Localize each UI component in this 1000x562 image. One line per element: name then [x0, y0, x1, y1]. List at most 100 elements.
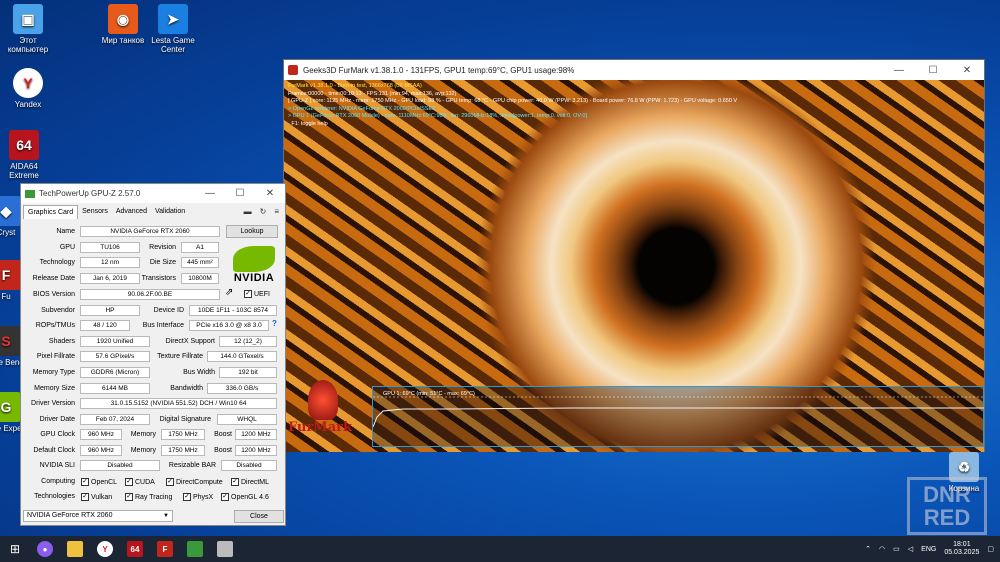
- desktop-icon-label: Lesta Game Center: [151, 36, 195, 54]
- desktop-icon-lesta[interactable]: ➤ Lesta Game Center: [145, 4, 201, 54]
- tab-validation[interactable]: Validation: [151, 205, 189, 218]
- checkbox-label: OpenCL: [91, 478, 118, 486]
- furmark-window[interactable]: Geeks3D FurMark v1.38.1.0 - 131FPS, GPU1…: [283, 59, 985, 452]
- checkbox-checked-icon: ✓: [81, 478, 89, 486]
- checkbox-checked-icon: ✓: [244, 290, 252, 298]
- field-nvidia-sli: Disabled: [80, 460, 160, 471]
- furmark-logo-text: FurMark: [288, 420, 352, 435]
- checkbox-checked-icon: ✓: [125, 493, 133, 501]
- taskbar-app[interactable]: [210, 536, 240, 562]
- notification-icon[interactable]: ▢: [987, 545, 994, 553]
- overlay-line: [ GPU-Z ] core: 1125 MHz - mem: 1750 MHz…: [288, 98, 738, 105]
- chevron-down-icon: ▼: [163, 513, 169, 519]
- desktop-icon-label: Этот компьютер: [7, 36, 49, 54]
- field-driver-date: Feb 07, 2024: [80, 414, 150, 425]
- clock-time: 18:01: [953, 541, 971, 548]
- refresh-icon[interactable]: ↻: [260, 207, 267, 216]
- superposition-icon: S: [0, 326, 21, 356]
- label-default-clock: Default Clock: [33, 447, 75, 454]
- checkbox-checked-icon: ✓: [81, 493, 89, 501]
- taskbar-explorer[interactable]: [60, 536, 90, 562]
- help-icon[interactable]: ?: [272, 319, 277, 328]
- taskbar-aida64[interactable]: 64: [120, 536, 150, 562]
- wifi-icon[interactable]: ◠: [879, 545, 885, 553]
- label-bios-version: BIOS Version: [32, 291, 75, 298]
- label-memory-type: Memory Type: [32, 369, 75, 376]
- maximize-icon[interactable]: ☐: [916, 60, 950, 80]
- overlay-line: FurMark v1.38.1.0 - Burn-in test, 1366x7…: [288, 83, 422, 89]
- volume-icon[interactable]: ◁: [908, 545, 913, 553]
- desktop-icon-aida64[interactable]: 64 AIDA64 Extreme: [0, 130, 52, 180]
- clock[interactable]: 18:01 05.03.2025: [944, 541, 979, 557]
- tab-advanced[interactable]: Advanced: [112, 205, 151, 218]
- desktop-icon-tanks[interactable]: ◉ Мир танков: [95, 4, 151, 45]
- label-device-id: Device ID: [153, 307, 184, 314]
- checkbox-opencl: ✓ OpenCL: [81, 478, 117, 486]
- camera-icon[interactable]: ▬: [244, 207, 252, 216]
- close-button[interactable]: Close: [234, 510, 284, 523]
- field-gpu-clock: 960 MHz: [80, 429, 122, 440]
- tab-sensors[interactable]: Sensors: [78, 205, 112, 218]
- overlay-line: - F1: toggle help: [288, 120, 328, 127]
- label-name: Name: [56, 228, 75, 235]
- minimize-icon[interactable]: —: [195, 184, 225, 203]
- checkbox-label: OpenGL 4.6: [231, 493, 269, 501]
- furmark-icon: F: [157, 541, 173, 557]
- label-default-boost: Boost: [214, 447, 232, 454]
- minimize-icon[interactable]: —: [882, 60, 916, 80]
- field-digital-signature: WHQL: [217, 414, 277, 425]
- language-indicator[interactable]: ENG: [921, 546, 936, 553]
- chevron-up-icon[interactable]: ⌃: [865, 545, 871, 553]
- alice-icon: ●: [37, 541, 53, 557]
- battery-icon[interactable]: ▭: [893, 545, 900, 553]
- tab-graphics-card[interactable]: Graphics Card: [23, 204, 79, 219]
- taskbar-alice[interactable]: ●: [30, 536, 60, 562]
- label-gpu: GPU: [59, 244, 75, 251]
- checkbox-checked-icon: ✓: [231, 478, 239, 486]
- label-transistors: Transistors: [141, 275, 176, 282]
- label-bus-interface: Bus Interface: [142, 322, 184, 329]
- geforce-icon: G: [0, 392, 21, 422]
- checkbox-label: DirectCompute: [176, 478, 223, 486]
- field-boost: 1200 MHz: [235, 429, 277, 440]
- uefi-label: UEFI: [254, 290, 270, 298]
- label-resizable-bar: Resizable BAR: [168, 462, 216, 469]
- field-die-size: 445 mm²: [181, 257, 219, 268]
- share-icon[interactable]: ⇗: [225, 287, 233, 298]
- menu-icon[interactable]: ≡: [274, 207, 279, 216]
- system-tray: ⌃ ◠ ▭ ◁ ENG 18:01 05.03.2025 ▢: [865, 541, 1000, 557]
- taskbar-yandex[interactable]: Y: [90, 536, 120, 562]
- checkbox-checked-icon: ✓: [125, 478, 133, 486]
- taskbar-gpuz[interactable]: [180, 536, 210, 562]
- furmark-icon: F: [0, 260, 21, 290]
- checkbox-label: Vulkan: [91, 493, 113, 501]
- gpu-select[interactable]: NVIDIA GeForce RTX 2060 ▼: [23, 510, 173, 522]
- furmark-titlebar[interactable]: Geeks3D FurMark v1.38.1.0 - 131FPS, GPU1…: [284, 60, 984, 80]
- field-bus-interface: PCIe x16 3.0 @ x8 3.0: [189, 320, 269, 331]
- temperature-graph: GPU 1: 69°C (min: 51°C - max: 69°C): [372, 386, 984, 447]
- gpuz-window[interactable]: TechPowerUp GPU-Z 2.57.0 — ☐ ✕ Graphics …: [20, 183, 286, 526]
- field-memory-size: 6144 MB: [80, 383, 150, 394]
- lookup-button[interactable]: Lookup: [226, 225, 278, 238]
- windows-icon: ⊞: [9, 542, 21, 556]
- maximize-icon[interactable]: ☐: [225, 184, 255, 203]
- close-icon[interactable]: ✕: [255, 184, 285, 203]
- gpuz-titlebar[interactable]: TechPowerUp GPU-Z 2.57.0 — ☐ ✕: [21, 184, 285, 203]
- field-name: NVIDIA GeForce RTX 2060: [80, 226, 220, 237]
- label-pixel-fillrate: Pixel Fillrate: [36, 353, 75, 360]
- checkbox-opengl: ✓ OpenGL 4.6: [221, 493, 269, 501]
- start-button[interactable]: ⊞: [0, 536, 30, 562]
- checkbox-label: PhysX: [193, 493, 214, 501]
- label-directx: DirectX Support: [165, 338, 215, 345]
- label-memory-size: Memory Size: [34, 385, 75, 392]
- field-resizable-bar: Disabled: [221, 460, 277, 471]
- nvidia-wordmark: NVIDIA: [233, 272, 275, 284]
- label-nvidia-sli: NVIDIA SLI: [39, 462, 75, 469]
- desktop-icon-yandex[interactable]: Y Yandex: [0, 68, 56, 109]
- close-icon[interactable]: ✕: [950, 60, 984, 80]
- taskbar-furmark[interactable]: F: [150, 536, 180, 562]
- field-memory-type: GDDR6 (Micron): [80, 367, 150, 378]
- label-bus-width: Bus Width: [183, 369, 215, 376]
- yandex-icon: Y: [13, 68, 43, 98]
- desktop-icon-this-pc[interactable]: ▣ Этот компьютер: [0, 4, 56, 54]
